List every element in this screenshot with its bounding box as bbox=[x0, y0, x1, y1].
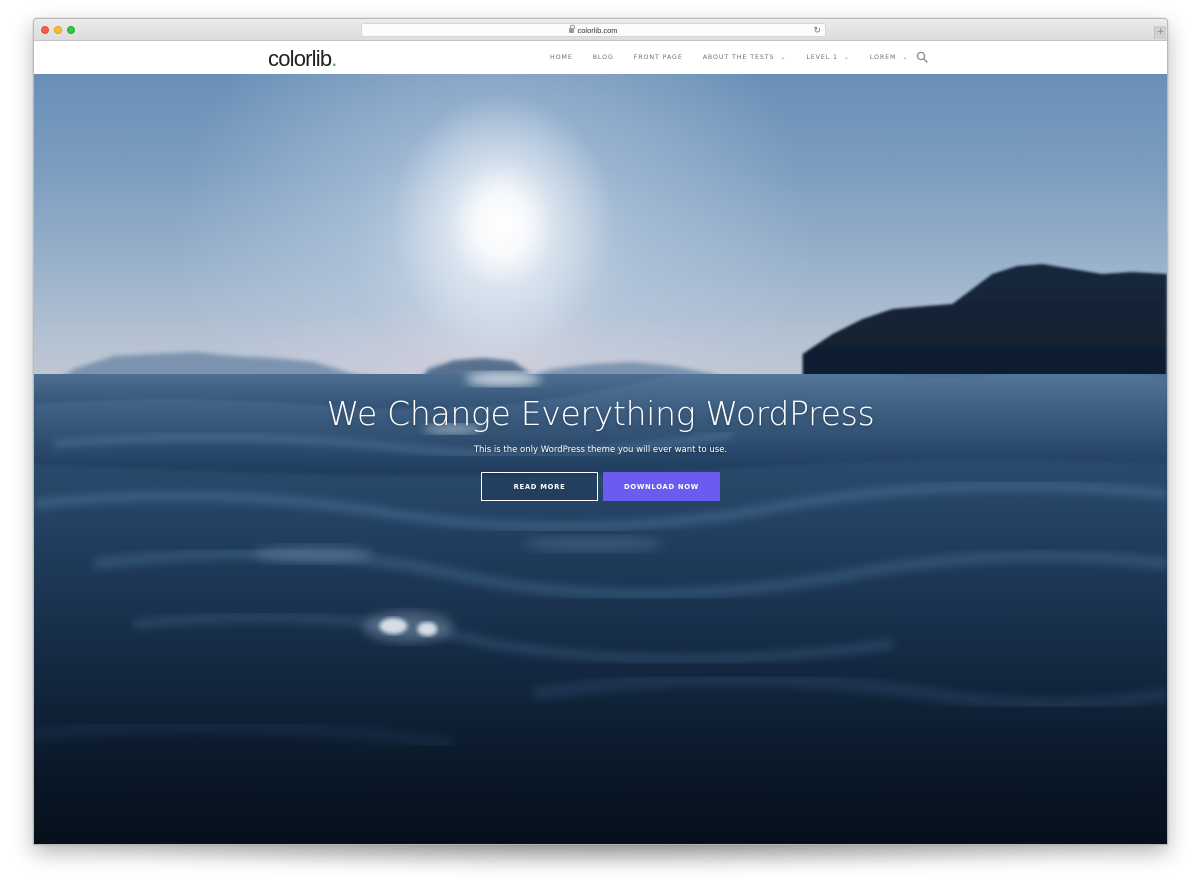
new-tab-button[interactable]: + bbox=[1154, 26, 1166, 39]
download-now-button[interactable]: DOWNLOAD NOW bbox=[603, 472, 720, 501]
nav-item-lorem[interactable]: LOREM ⌄ bbox=[870, 54, 908, 61]
chevron-down-icon: ⌄ bbox=[902, 54, 909, 61]
main-nav: HOME BLOG FRONT PAGE ABOUT THE TESTS ⌄ L… bbox=[550, 41, 928, 74]
nav-item-label: ABOUT THE TESTS bbox=[702, 54, 775, 61]
nav-item-label: BLOG bbox=[592, 54, 614, 61]
nav-item-home[interactable]: HOME bbox=[550, 54, 573, 61]
chevron-down-icon: ⌄ bbox=[843, 54, 850, 61]
lock-icon bbox=[569, 24, 575, 33]
hero-content: We Change Everything WordPress This is t… bbox=[34, 394, 1167, 501]
search-icon[interactable] bbox=[916, 51, 928, 63]
reload-icon[interactable]: ↻ bbox=[813, 25, 821, 36]
minimize-window-button[interactable] bbox=[54, 26, 62, 34]
island-silhouette-image bbox=[802, 264, 1167, 394]
logo-text: colorlib bbox=[268, 46, 332, 71]
nav-item-blog[interactable]: BLOG bbox=[593, 54, 614, 61]
site-logo[interactable]: colorlib. bbox=[268, 46, 337, 72]
logo-dot: . bbox=[331, 46, 337, 71]
chevron-down-icon: ⌄ bbox=[780, 54, 787, 61]
address-bar[interactable]: colorlib.com ↻ bbox=[361, 23, 826, 37]
browser-toolbar: colorlib.com ↻ + bbox=[34, 19, 1167, 41]
close-window-button[interactable] bbox=[41, 26, 49, 34]
nav-item-label: FRONT PAGE bbox=[633, 54, 683, 61]
window-controls bbox=[41, 26, 75, 34]
nav-item-label: LOREM bbox=[869, 54, 897, 61]
nav-item-label: HOME bbox=[550, 54, 573, 61]
url-text: colorlib.com bbox=[577, 25, 618, 35]
read-more-button[interactable]: READ MORE bbox=[481, 472, 598, 501]
nav-item-about-the-tests[interactable]: ABOUT THE TESTS ⌄ bbox=[703, 54, 787, 61]
hero-buttons: READ MORE DOWNLOAD NOW bbox=[34, 472, 1167, 501]
hero-section: We Change Everything WordPress This is t… bbox=[34, 74, 1167, 844]
nav-item-label: LEVEL 1 bbox=[806, 54, 838, 61]
browser-window: colorlib.com ↻ + colorlib. HOME BLOG FRO… bbox=[33, 18, 1168, 845]
site-header: colorlib. HOME BLOG FRONT PAGE ABOUT THE… bbox=[34, 41, 1167, 74]
hero-title: We Change Everything WordPress bbox=[326, 394, 875, 433]
hero-subtitle: This is the only WordPress theme you wil… bbox=[473, 445, 728, 455]
maximize-window-button[interactable] bbox=[67, 26, 75, 34]
nav-item-front-page[interactable]: FRONT PAGE bbox=[634, 54, 683, 61]
nav-item-level-1[interactable]: LEVEL 1 ⌄ bbox=[806, 54, 850, 61]
